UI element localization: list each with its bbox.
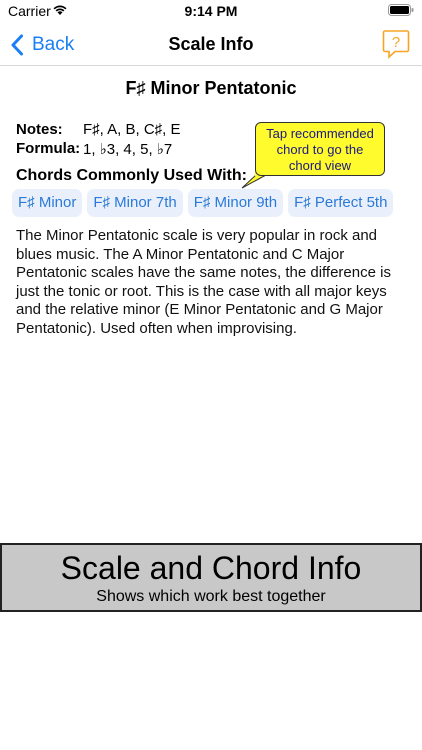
tooltip-line-1: Tap recommended — [266, 126, 374, 141]
formula-label: Formula: — [16, 140, 81, 157]
tooltip-line-2: chord to go the — [276, 142, 364, 157]
navigation-bar: Back Scale Info ? — [0, 24, 422, 66]
chord-chip-f-sharp-minor-9th[interactable]: F♯ Minor 9th — [187, 189, 284, 217]
battery-icon — [388, 4, 414, 16]
formula-value: 1, ♭3, 4, 5, ♭7 — [83, 141, 173, 158]
notes-label: Notes: — [16, 121, 63, 138]
scale-description: The Minor Pentatonic scale is very popul… — [16, 227, 391, 337]
chords-heading: Chords Commonly Used With: — [16, 167, 247, 184]
chord-chip-f-sharp-perfect-5th[interactable]: F♯ Perfect 5th — [288, 189, 394, 217]
help-question-bubble-icon[interactable]: ? — [382, 29, 410, 59]
scale-title: F♯ Minor Pentatonic — [125, 78, 297, 98]
chord-chip-f-sharp-minor-7th[interactable]: F♯ Minor 7th — [87, 189, 183, 217]
banner-title: Scale and Chord Info — [60, 550, 362, 586]
chord-chip-list: F♯ Minor F♯ Minor 7th F♯ Minor 9th F♯ Pe… — [12, 189, 398, 219]
status-time: 9:14 PM — [184, 3, 238, 19]
svg-text:?: ? — [392, 34, 400, 51]
chord-chip-f-sharp-minor[interactable]: F♯ Minor — [12, 189, 83, 217]
tooltip-line-3: chord view — [288, 158, 352, 173]
tooltip: Tap recommended chord to go the chord vi… — [255, 122, 385, 176]
notes-value: F♯, A, B, C♯, E — [83, 121, 181, 138]
status-bar: Carrier 9:14 PM — [0, 0, 422, 24]
page-title: Scale Info — [168, 34, 254, 54]
banner-subtitle: Shows which work best together — [96, 588, 326, 605]
feature-banner: Scale and Chord Info Shows which work be… — [0, 543, 422, 612]
